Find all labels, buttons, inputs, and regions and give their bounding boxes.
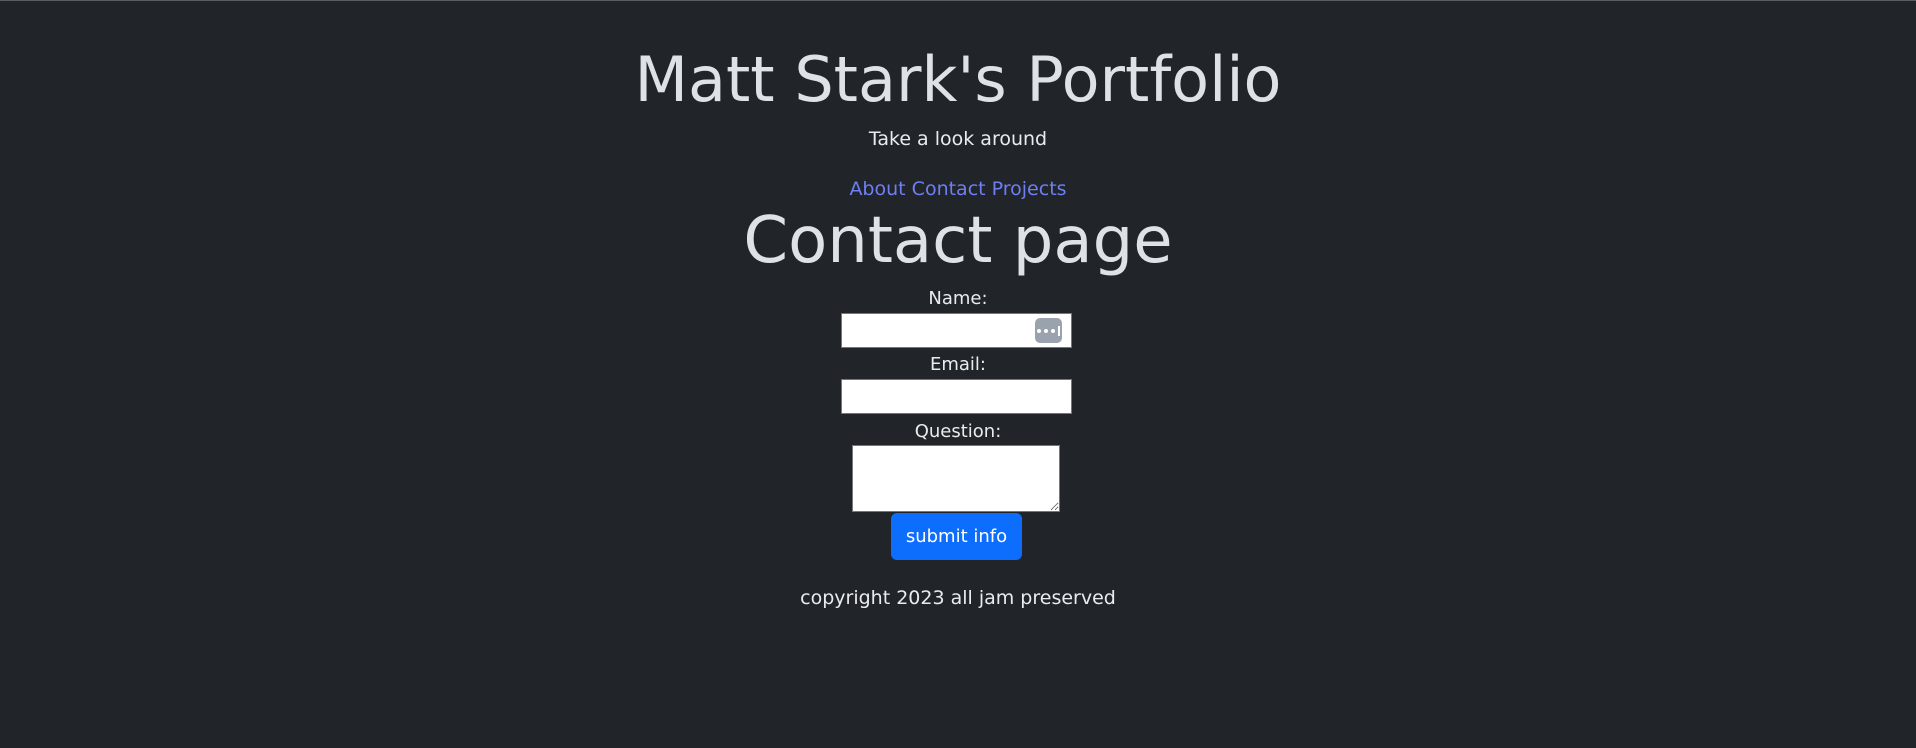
password-manager-autofill-icon[interactable] xyxy=(1035,318,1062,343)
page-heading: Contact page xyxy=(743,204,1173,278)
main-nav: About Contact Projects xyxy=(0,176,1916,202)
site-title: Matt Stark's Portfolio xyxy=(634,43,1282,116)
name-label: Name: xyxy=(928,288,988,309)
nav-link-contact[interactable]: Contact xyxy=(912,178,986,200)
nav-link-projects[interactable]: Projects xyxy=(992,178,1067,200)
email-input[interactable] xyxy=(841,379,1072,414)
question-label: Question: xyxy=(914,421,1002,442)
question-textarea[interactable] xyxy=(852,445,1060,512)
nav-link-about[interactable]: About xyxy=(849,178,905,200)
tagline: Take a look around xyxy=(868,128,1048,150)
footer-copyright: copyright 2023 all jam preserved xyxy=(800,587,1116,609)
email-label: Email: xyxy=(929,354,986,375)
submit-button[interactable]: submit info xyxy=(891,513,1022,560)
